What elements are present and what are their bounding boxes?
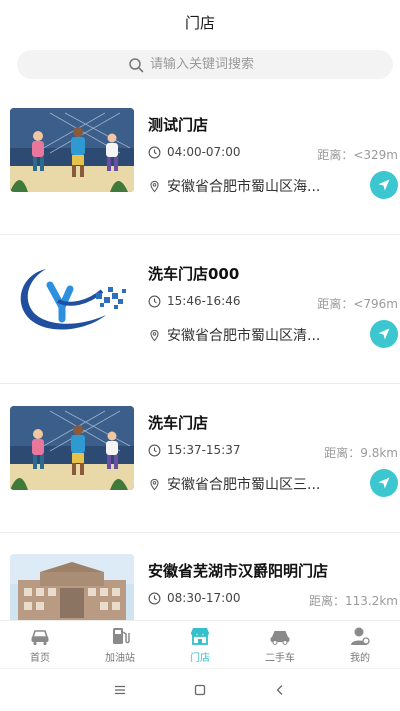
tab-label: 我的 [350, 652, 370, 664]
store-name: 洗车门店 [148, 414, 209, 432]
store-hours: 15:37-15:37 [148, 443, 241, 457]
tab-label: 首页 [30, 652, 50, 664]
location-pin-icon [150, 180, 159, 192]
menu-icon[interactable] [113, 683, 127, 697]
store-image [10, 554, 134, 620]
navigate-arrow-icon [378, 179, 390, 191]
page-title: 门店 [184, 13, 215, 32]
store-name: 洗车门店000 [148, 265, 240, 283]
navigate-button[interactable] [370, 171, 398, 199]
navigate-button[interactable] [370, 320, 398, 348]
store-distance: 距离：<329m [317, 148, 398, 162]
used-car-icon [270, 630, 290, 645]
store-name: 测试门店 [148, 116, 209, 134]
clock-icon [148, 592, 161, 604]
tab-label: 二手车 [265, 652, 295, 664]
header: 门店 [0, 0, 400, 44]
clock-icon [148, 146, 161, 158]
store-hours-text: 15:37-15:37 [167, 443, 241, 457]
store-image [10, 108, 134, 192]
store-name: 安徽省芜湖市汉爵阳明门店 [148, 562, 329, 580]
store-hours-text: 08:30-17:00 [167, 591, 241, 605]
store-hours-text: 04:00-07:00 [167, 145, 241, 159]
store-address: 安徽省合肥市蜀山区海... [148, 176, 320, 196]
tab-gas-station[interactable]: 加油站 [80, 621, 160, 668]
location-pin-icon [150, 478, 159, 490]
tab-label: 门店 [190, 652, 210, 664]
store-hours-text: 15:46-16:46 [167, 294, 241, 308]
store-icon [191, 627, 209, 645]
store-address: 安徽省合肥市蜀山区三... [148, 474, 320, 494]
navigate-arrow-icon [378, 328, 390, 340]
location-pin-icon [150, 329, 159, 341]
store-card[interactable]: 安徽省芜湖市汉爵阳明门店 08:30-17:00 距离：113.2km [0, 533, 400, 620]
car-home-icon [31, 629, 49, 645]
search-icon [129, 57, 144, 72]
store-hours: 15:46-16:46 [148, 294, 241, 308]
profile-icon [351, 627, 370, 645]
search-input[interactable] [150, 57, 282, 72]
bottom-tab-bar: 首页 加油站 门店 二手车 我的 [0, 620, 400, 668]
store-card[interactable]: 洗车门店 15:37-15:37 距离：9.8km 安徽省合肥市蜀山区三... [0, 384, 400, 532]
store-distance: 距离：<796m [317, 297, 398, 311]
store-address-text: 安徽省合肥市蜀山区清... [167, 328, 321, 344]
tab-stores[interactable]: 门店 [160, 621, 240, 668]
clock-icon [148, 444, 161, 456]
store-image [10, 257, 134, 341]
store-hours: 08:30-17:00 [148, 591, 241, 605]
back-icon[interactable] [273, 683, 287, 697]
tab-profile[interactable]: 我的 [320, 621, 400, 668]
tab-home[interactable]: 首页 [0, 621, 80, 668]
store-address-text: 安徽省合肥市蜀山区海... [167, 179, 321, 195]
navigate-arrow-icon [378, 477, 390, 489]
fuel-pump-icon [113, 627, 130, 644]
store-distance: 距离：9.8km [324, 446, 398, 460]
store-hours: 04:00-07:00 [148, 145, 241, 159]
store-distance: 距离：113.2km [309, 594, 398, 608]
search-bar[interactable] [17, 50, 393, 79]
store-list[interactable]: 测试门店 04:00-07:00 距离：<329m 安徽省合肥市蜀山区海... [0, 86, 400, 620]
store-card[interactable]: 测试门店 04:00-07:00 距离：<329m 安徽省合肥市蜀山区海... [0, 86, 400, 234]
clock-icon [148, 295, 161, 307]
store-address-text: 安徽省合肥市蜀山区三... [167, 477, 321, 493]
system-navigation-bar [0, 668, 400, 711]
tab-label: 加油站 [105, 652, 135, 664]
store-address: 安徽省合肥市蜀山区清... [148, 325, 320, 345]
store-card[interactable]: 洗车门店000 15:46-16:46 距离：<796m 安徽省合肥市蜀山区清.… [0, 235, 400, 383]
tab-used-cars[interactable]: 二手车 [240, 621, 320, 668]
navigate-button[interactable] [370, 469, 398, 497]
store-image [10, 406, 134, 490]
home-square-icon[interactable] [193, 683, 207, 697]
